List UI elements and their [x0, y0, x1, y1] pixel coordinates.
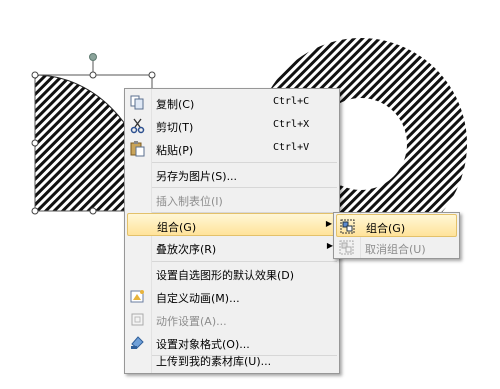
resize-handle: [31, 207, 39, 215]
menu-item-label: 插入制表位(I): [156, 195, 223, 208]
context-menu: 复制(C) Ctrl+C 剪切(T) Ctrl+X 粘贴(P) Ctrl+V 另…: [124, 88, 340, 374]
resize-handle: [31, 139, 39, 147]
menu-item-label: 叠放次序(R): [156, 243, 217, 256]
menu-item-label: 粘贴(P): [156, 144, 194, 157]
cut-icon: [129, 117, 146, 134]
menu-item-shortcut: Ctrl+X: [273, 119, 310, 130]
menu-item-group[interactable]: 组合(G) ▶: [127, 213, 337, 236]
submenu-item-group[interactable]: 组合(G): [336, 214, 457, 237]
menu-item-shortcut: Ctrl+V: [273, 142, 310, 153]
menu-item-label: 复制(C): [156, 98, 195, 111]
group-submenu: 组合(G) 取消组合(U): [333, 212, 460, 259]
menu-item-label: 上传到我的素材库(U)...: [156, 355, 272, 368]
menu-item-set-default-effect[interactable]: 设置自选图形的默认效果(D): [127, 262, 337, 285]
menu-item-label: 动作设置(A)...: [156, 315, 227, 328]
menu-item-upload-to-library[interactable]: 上传到我的素材库(U)...: [127, 348, 337, 371]
resize-handle: [89, 71, 97, 79]
menu-item-shortcut: Ctrl+C: [273, 96, 310, 107]
menu-item-order[interactable]: 叠放次序(R) ▶: [127, 236, 337, 259]
resize-handle: [31, 71, 39, 79]
menu-item-label: 组合(G): [366, 222, 406, 235]
resize-handle: [148, 71, 156, 79]
menu-item-action-settings: 动作设置(A)...: [127, 308, 337, 331]
paste-icon: [129, 140, 146, 157]
menu-item-label: 另存为图片(S)...: [156, 170, 238, 183]
menu-item-paste[interactable]: 粘贴(P) Ctrl+V: [127, 137, 337, 160]
submenu-arrow-icon: ▶: [325, 219, 332, 228]
menu-item-insert-tab-stop: 插入制表位(I): [127, 188, 337, 211]
copy-icon: [129, 94, 146, 111]
menu-item-label: 自定义动画(M)...: [156, 292, 240, 305]
menu-item-custom-animation[interactable]: 自定义动画(M)...: [127, 285, 337, 308]
menu-item-label: 设置自选图形的默认效果(D): [156, 269, 295, 282]
submenu-item-ungroup: 取消组合(U): [336, 236, 457, 259]
action-settings-icon: [129, 311, 146, 328]
menu-item-save-as-picture[interactable]: 另存为图片(S)...: [127, 163, 337, 186]
resize-handle: [89, 207, 97, 215]
rotate-handle[interactable]: [89, 53, 97, 61]
menu-item-label: 剪切(T): [156, 121, 194, 134]
menu-item-label: 取消组合(U): [365, 243, 426, 256]
menu-item-label: 组合(G): [157, 221, 197, 234]
group-icon: [339, 218, 356, 235]
ungroup-icon: [338, 239, 355, 256]
menu-item-copy[interactable]: 复制(C) Ctrl+C: [127, 91, 337, 114]
custom-animation-icon: [129, 288, 146, 305]
menu-item-cut[interactable]: 剪切(T) Ctrl+X: [127, 114, 337, 137]
